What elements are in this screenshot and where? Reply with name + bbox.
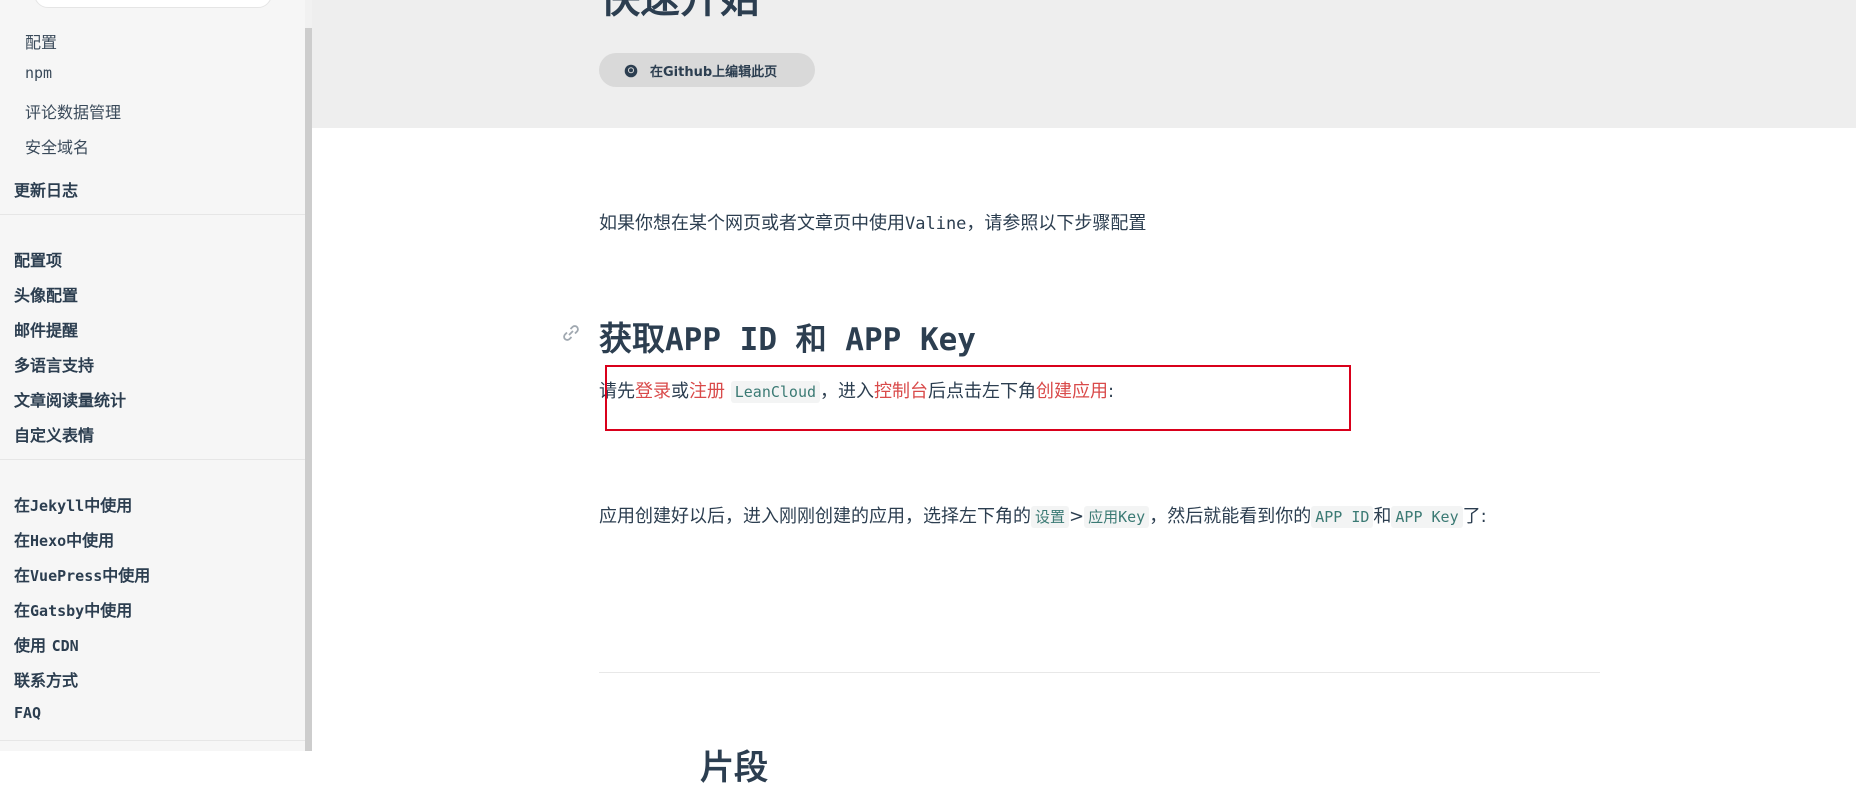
sidebar-item-label: VuePress bbox=[30, 567, 103, 585]
sidebar-item-jekyll[interactable]: 在Jekyll中使用 bbox=[14, 492, 132, 516]
sidebar-item-npm[interactable]: npm bbox=[25, 64, 52, 82]
step2-text: 应用创建好以后，进入刚刚创建的应用，选择左下角的 bbox=[599, 506, 1031, 527]
sidebar-item-label: 在 bbox=[14, 601, 31, 620]
sidebar-item-label: Hexo bbox=[30, 532, 67, 550]
step2-text: > bbox=[1069, 506, 1085, 527]
sidebar-item-cdn[interactable]: 使用 CDN bbox=[14, 632, 79, 656]
sidebar-item-label: 中使用 bbox=[84, 601, 133, 620]
intro-paragraph: 如果你想在某个网页或者文章页中使用Valine，请参照以下步骤配置 bbox=[599, 209, 1146, 235]
app-id-code: APP ID bbox=[1311, 506, 1374, 528]
sidebar-divider bbox=[0, 740, 305, 741]
app-key-code: APP Key bbox=[1391, 506, 1463, 528]
page-hero bbox=[312, 0, 1856, 128]
sidebar-item-avatar[interactable]: 头像配置 bbox=[14, 282, 78, 306]
app-key-code: 应用Key bbox=[1084, 506, 1150, 528]
sidebar-item-changelog[interactable]: 更新日志 bbox=[14, 177, 78, 201]
intro-text: 如果你想在某个网页或者文章页中使用 bbox=[599, 213, 905, 234]
sidebar-item-label: 在 bbox=[14, 531, 31, 550]
sidebar-item-label: Jekyll bbox=[30, 497, 85, 515]
search-input[interactable] bbox=[34, 0, 272, 8]
edit-on-github-button[interactable]: 在Github上编辑此页 bbox=[599, 53, 815, 87]
github-icon bbox=[624, 63, 638, 78]
edit-on-github-label: 在Github上编辑此页 bbox=[650, 64, 778, 80]
intro-text: Valine bbox=[905, 214, 967, 234]
step2-paragraph: 应用创建好以后，进入刚刚创建的应用，选择左下角的 设置 > 应用Key ，然后就能看到你… bbox=[599, 502, 1487, 528]
sidebar-item-config[interactable]: 配置 bbox=[25, 29, 57, 53]
section-heading: 获取APP ID 和 APP Key bbox=[599, 312, 976, 360]
sidebar-scrollbar-thumb[interactable] bbox=[305, 28, 312, 751]
heading-text: APP ID 和 APP Key bbox=[665, 322, 976, 358]
sidebar-item-email[interactable]: 邮件提醒 bbox=[14, 317, 78, 341]
page-title: 快速开始 bbox=[600, 0, 760, 24]
step2-text: 了: bbox=[1462, 506, 1487, 527]
sidebar-item-emoji[interactable]: 自定义表情 bbox=[14, 422, 94, 446]
sidebar-item-secure-domain[interactable]: 安全域名 bbox=[25, 134, 89, 158]
sidebar-item-contact[interactable]: 联系方式 bbox=[14, 667, 78, 691]
sidebar-item-label: 中使用 bbox=[66, 531, 115, 550]
highlight-box bbox=[605, 365, 1351, 431]
sidebar: 配置 npm 评论数据管理 安全域名 更新日志 配置项 头像配置 邮件提醒 多语… bbox=[0, 0, 306, 751]
section-divider bbox=[599, 672, 1600, 673]
sidebar-item-gatsby[interactable]: 在Gatsby中使用 bbox=[14, 597, 132, 621]
sidebar-item-label: CDN bbox=[51, 637, 79, 655]
sidebar-item-i18n[interactable]: 多语言支持 bbox=[14, 352, 94, 376]
sidebar-item-options[interactable]: 配置项 bbox=[14, 247, 62, 271]
sidebar-item-faq[interactable]: FAQ bbox=[14, 704, 41, 722]
sidebar-item-vuepress[interactable]: 在VuePress中使用 bbox=[14, 562, 150, 586]
next-section-heading: 片段 bbox=[700, 748, 768, 788]
settings-code: 设置 bbox=[1031, 506, 1070, 528]
sidebar-item-visitor[interactable]: 文章阅读量统计 bbox=[14, 387, 126, 411]
link-icon[interactable] bbox=[560, 322, 582, 344]
sidebar-item-label: 中使用 bbox=[102, 566, 151, 585]
sidebar-item-label: 在 bbox=[14, 566, 31, 585]
sidebar-item-label: Gatsby bbox=[30, 602, 85, 620]
heading-text: 获取 bbox=[599, 319, 665, 358]
sidebar-divider bbox=[0, 214, 305, 215]
sidebar-item-label: 中使用 bbox=[84, 496, 133, 515]
sidebar-item-label: 在 bbox=[14, 496, 31, 515]
sidebar-item-label: 使用 bbox=[14, 636, 52, 655]
step2-text: 和 bbox=[1373, 506, 1392, 527]
sidebar-item-hexo[interactable]: 在Hexo中使用 bbox=[14, 527, 114, 551]
intro-text: ，请参照以下步骤配置 bbox=[966, 213, 1147, 234]
sidebar-item-comment-data[interactable]: 评论数据管理 bbox=[25, 99, 121, 123]
step2-text: ，然后就能看到你的 bbox=[1149, 506, 1312, 527]
sidebar-divider bbox=[0, 459, 305, 460]
